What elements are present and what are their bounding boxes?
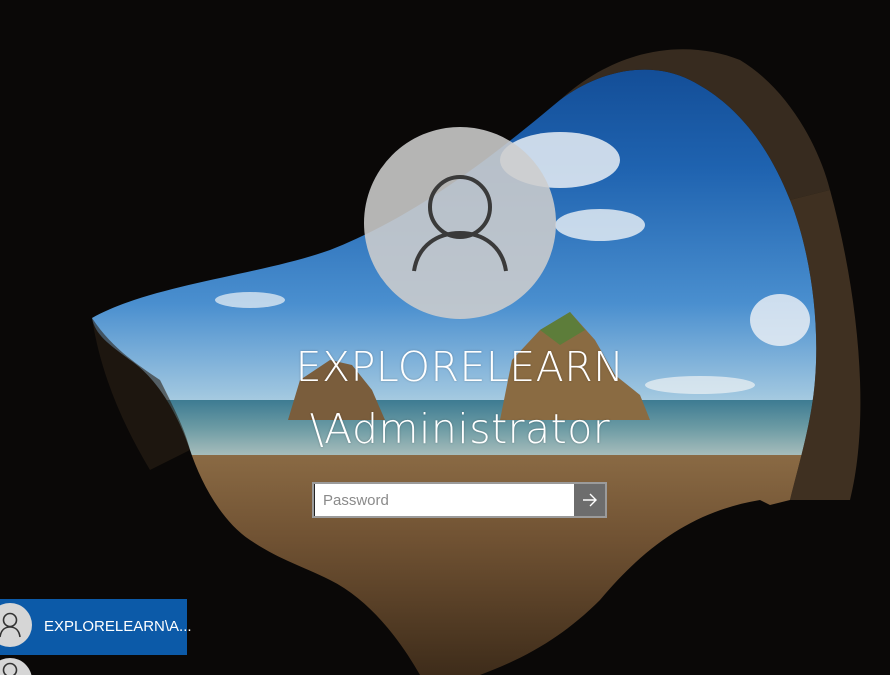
password-box xyxy=(312,482,607,518)
user-avatar xyxy=(364,127,556,319)
submit-button[interactable] xyxy=(574,484,605,516)
user-tile-avatar xyxy=(0,603,32,647)
login-screen: EXPLORELEARN \Administrator EXPLORELEARN… xyxy=(0,0,890,675)
user-name-domain: EXPLORELEARN xyxy=(295,343,625,391)
user-silhouette-icon xyxy=(412,175,508,272)
password-input[interactable] xyxy=(314,484,574,516)
user-name-account: \Administrator xyxy=(309,405,611,453)
user-list-item-selected[interactable]: EXPLORELEARN\A... xyxy=(0,599,192,655)
user-icon xyxy=(0,612,21,638)
user-icon xyxy=(2,662,18,675)
arrow-right-icon xyxy=(582,493,597,507)
user-list-item-label: EXPLORELEARN\A... xyxy=(44,618,192,635)
user-name-heading: EXPLORELEARN \Administrator xyxy=(270,336,650,460)
